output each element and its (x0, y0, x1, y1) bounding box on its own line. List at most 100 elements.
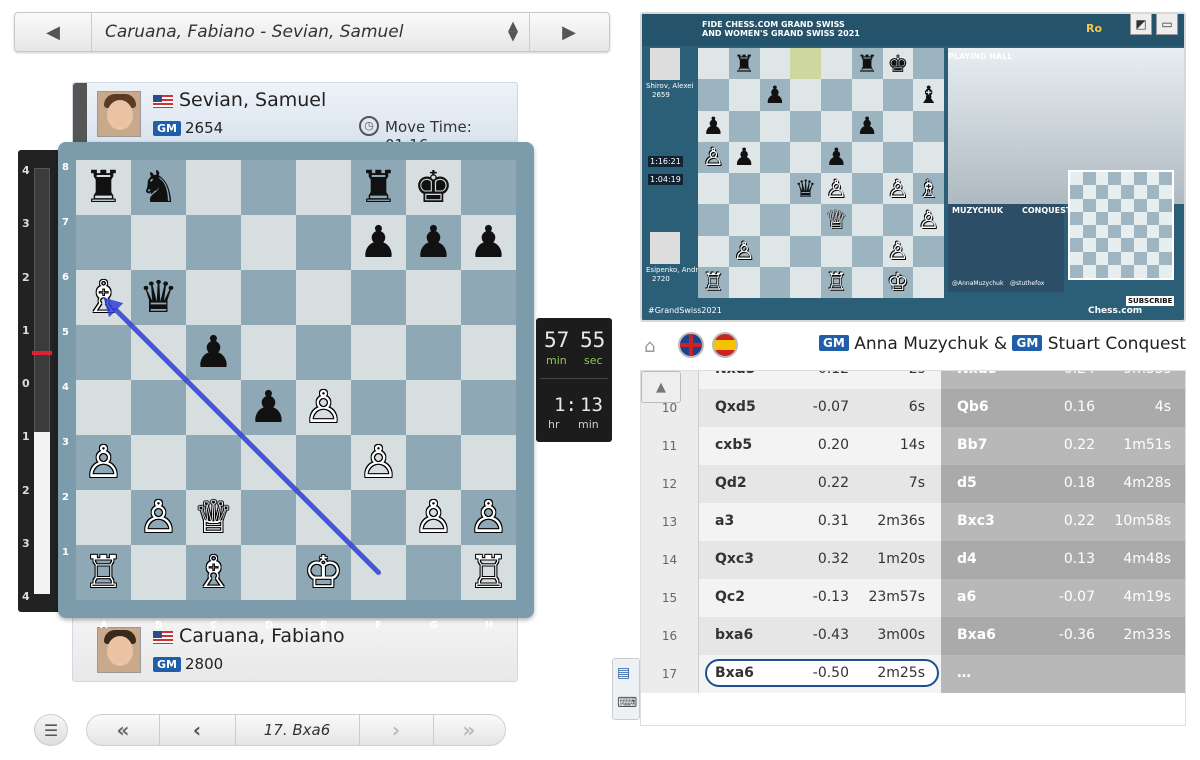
piece-a3[interactable]: ♙ (76, 435, 131, 490)
square-a5[interactable] (76, 325, 131, 380)
square-g3[interactable] (406, 435, 461, 490)
next-game-button[interactable]: ▶ (529, 13, 609, 51)
white-move-cell[interactable]: cxb5 0.20 14s (699, 427, 941, 465)
square-e6[interactable] (296, 270, 351, 325)
black-move-cell[interactable]: Bxc3 0.22 10m58s (941, 503, 1185, 541)
square-a7[interactable] (76, 215, 131, 270)
piece-c5[interactable]: ♟ (186, 325, 241, 380)
white-move-cell[interactable]: a3 0.31 2m36s (699, 503, 941, 541)
square-f4[interactable] (351, 380, 406, 435)
scroll-up-button[interactable]: ▲ (641, 371, 681, 403)
square-c6[interactable] (186, 270, 241, 325)
pip-icon[interactable]: ◩ (1130, 14, 1152, 35)
black-move-cell[interactable]: d4 0.13 4m48s (941, 541, 1185, 579)
black-move-cell[interactable]: Nxd5 0.24 9m33s (941, 371, 1185, 389)
square-d1[interactable] (241, 545, 296, 600)
square-d3[interactable] (241, 435, 296, 490)
prev-move-button[interactable]: ‹ (159, 715, 235, 745)
piece-c1[interactable]: ♗ (186, 545, 241, 600)
uk-flag-icon[interactable] (678, 332, 704, 358)
square-h5[interactable] (461, 325, 516, 380)
chat-icon[interactable]: ⌨ (617, 695, 637, 711)
square-c7[interactable] (186, 215, 241, 270)
square-f6[interactable] (351, 270, 406, 325)
white-move-cell[interactable]: Bxa6 -0.50 2m25s (699, 655, 941, 693)
black-move-cell[interactable]: Qb6 0.16 4s (941, 389, 1185, 427)
white-move-cell[interactable]: bxa6 -0.43 3m00s (699, 617, 941, 655)
piece-b8[interactable]: ♞ (131, 160, 186, 215)
notation-icon[interactable]: ▤ (617, 665, 635, 681)
square-h6[interactable] (461, 270, 516, 325)
square-d5[interactable] (241, 325, 296, 380)
square-b5[interactable] (131, 325, 186, 380)
square-h3[interactable] (461, 435, 516, 490)
white-move-cell[interactable]: Qxc3 0.32 1m20s (699, 541, 941, 579)
subscribe-badge[interactable]: SUBSCRIBE (1126, 296, 1175, 306)
piece-a8[interactable]: ♜ (76, 160, 131, 215)
square-e5[interactable] (296, 325, 351, 380)
fullscreen-icon[interactable]: ▭ (1156, 14, 1178, 35)
white-move-cell[interactable]: Nxd5 0.12 2s (699, 371, 941, 389)
piece-a6[interactable]: ♗ (76, 270, 131, 325)
black-move-cell[interactable]: a6 -0.07 4m19s (941, 579, 1185, 617)
square-a2[interactable] (76, 490, 131, 545)
piece-h1[interactable]: ♖ (461, 545, 516, 600)
piece-g8[interactable]: ♚ (406, 160, 461, 215)
piece-f8[interactable]: ♜ (351, 160, 406, 215)
piece-e4[interactable]: ♙ (296, 380, 351, 435)
black-move-cell[interactable]: d5 0.18 4m28s (941, 465, 1185, 503)
next-move-button[interactable]: › (359, 715, 433, 745)
piece-g2[interactable]: ♙ (406, 490, 461, 545)
spain-flag-icon[interactable] (712, 332, 738, 358)
piece-h7[interactable]: ♟ (461, 215, 516, 270)
chess-board[interactable]: 8 7 6 5 4 3 2 1 A B C D E F G H ♜ ♞ ♜ ♚ ♟ ♟ ♟ ♗ ♛ ♟ ♟ ♙ ♙ ♙ ♙ ♕ ♙ ♙ ♖ ♗ ♔ ♖ (62, 160, 516, 631)
square-e2[interactable] (296, 490, 351, 545)
piece-a1[interactable]: ♖ (76, 545, 131, 600)
piece-b6[interactable]: ♛ (131, 270, 186, 325)
square-g1[interactable] (406, 545, 461, 600)
white-move-cell[interactable]: Qd2 0.22 7s (699, 465, 941, 503)
square-g6[interactable] (406, 270, 461, 325)
square-f1[interactable] (351, 545, 406, 600)
square-d6[interactable] (241, 270, 296, 325)
piece-c2[interactable]: ♕ (186, 490, 241, 545)
white-move-cell[interactable]: Qc2 -0.13 23m57s (699, 579, 941, 617)
square-c8[interactable] (186, 160, 241, 215)
piece-d4[interactable]: ♟ (241, 380, 296, 435)
square-d7[interactable] (241, 215, 296, 270)
black-move-cell[interactable]: Bxa6 -0.36 2m33s (941, 617, 1185, 655)
piece-b2[interactable]: ♙ (131, 490, 186, 545)
black-move-cell[interactable]: Bb7 0.22 1m51s (941, 427, 1185, 465)
square-d8[interactable] (241, 160, 296, 215)
square-h4[interactable] (461, 380, 516, 435)
piece-f3[interactable]: ♙ (351, 435, 406, 490)
game-title[interactable]: Caruana, Fabiano - Sevian, Samuel (105, 22, 403, 42)
square-c4[interactable] (186, 380, 241, 435)
piece-g7[interactable]: ♟ (406, 215, 461, 270)
last-move-button[interactable]: » (433, 715, 505, 745)
square-e3[interactable] (296, 435, 351, 490)
square-g5[interactable] (406, 325, 461, 380)
square-d2[interactable] (241, 490, 296, 545)
square-h8[interactable] (461, 160, 516, 215)
prev-game-button[interactable]: ◀ (15, 13, 91, 51)
piece-e1[interactable]: ♔ (296, 545, 351, 600)
square-a4[interactable] (76, 380, 131, 435)
game-dropdown-icon[interactable]: ▲ ▼ (497, 13, 529, 51)
black-move-cell[interactable]: … (941, 655, 1185, 693)
square-e7[interactable] (296, 215, 351, 270)
square-b1[interactable] (131, 545, 186, 600)
square-g4[interactable] (406, 380, 461, 435)
menu-button[interactable]: ☰ (34, 714, 68, 746)
square-b3[interactable] (131, 435, 186, 490)
first-move-button[interactable]: « (87, 715, 159, 745)
player-name[interactable]: Sevian, Samuel (179, 89, 326, 111)
camera-icon[interactable]: ⌂ (644, 336, 655, 357)
square-b7[interactable] (131, 215, 186, 270)
piece-f7[interactable]: ♟ (351, 215, 406, 270)
video-player[interactable]: FIDE CHESS.COM GRAND SWISS AND WOMEN'S G… (640, 12, 1186, 322)
square-c3[interactable] (186, 435, 241, 490)
square-b4[interactable] (131, 380, 186, 435)
piece-h2[interactable]: ♙ (461, 490, 516, 545)
square-e8[interactable] (296, 160, 351, 215)
